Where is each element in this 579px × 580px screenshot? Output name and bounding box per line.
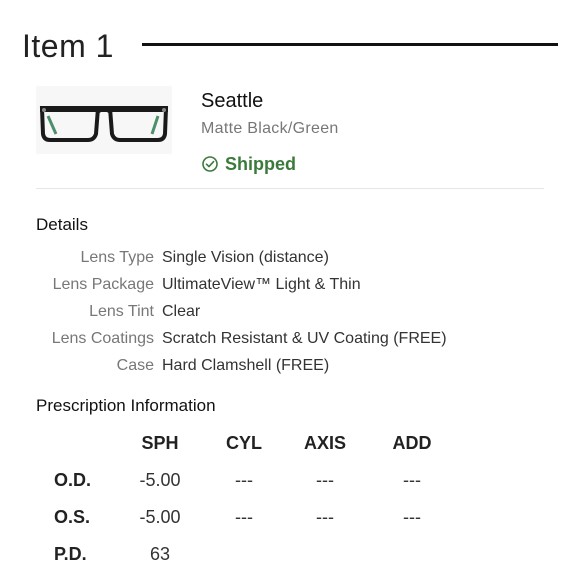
- status-text: Shipped: [225, 154, 296, 174]
- prescription-heading: Prescription Information: [36, 396, 216, 415]
- row-label: O.D.: [54, 470, 92, 490]
- detail-row: Lens Type Single Vision (distance): [36, 244, 447, 271]
- item-title-rule: [142, 43, 558, 46]
- detail-value: Hard Clamshell (FREE): [162, 357, 330, 374]
- detail-label: Lens Coatings: [51, 330, 154, 347]
- detail-row: Lens Package UltimateView™ Light & Thin: [36, 271, 447, 298]
- rx-value: ---: [235, 470, 253, 490]
- prescription-header-row: SPH CYL AXIS ADD: [36, 428, 476, 465]
- row-label: O.S.: [54, 507, 91, 527]
- rx-value: 63: [149, 544, 171, 564]
- rx-value: ---: [316, 507, 334, 527]
- detail-label: Lens Tint: [89, 303, 154, 320]
- rx-value: -5.00: [139, 470, 181, 490]
- prescription-row-od: O.D. -5.00 --- --- ---: [36, 465, 476, 502]
- detail-value: Clear: [162, 303, 201, 320]
- item-header: Item 1: [22, 26, 562, 66]
- detail-value: UltimateView™ Light & Thin: [162, 276, 361, 293]
- column-header: ADD: [392, 433, 432, 453]
- detail-row: Lens Coatings Scratch Resistant & UV Coa…: [36, 325, 447, 352]
- details-table: Lens Type Single Vision (distance) Lens …: [36, 244, 447, 379]
- detail-value: Scratch Resistant & UV Coating (FREE): [162, 330, 447, 347]
- eyeglasses-image: [39, 106, 169, 142]
- rx-value: ---: [316, 470, 334, 490]
- item-title: Item 1: [22, 28, 114, 64]
- prescription-row-os: O.S. -5.00 --- --- ---: [36, 502, 476, 539]
- product-color: Matte Black/Green: [201, 120, 339, 137]
- rx-value: ---: [235, 507, 253, 527]
- detail-row: Case Hard Clamshell (FREE): [36, 352, 447, 379]
- detail-label: Case: [116, 357, 154, 374]
- rx-value: ---: [403, 470, 421, 490]
- check-circle-icon: [202, 156, 218, 172]
- rx-value: ---: [403, 507, 421, 527]
- rx-value: -5.00: [139, 507, 181, 527]
- product-name: Seattle: [201, 90, 264, 112]
- status-badge: Shipped: [201, 152, 296, 176]
- column-header: AXIS: [303, 433, 346, 453]
- product-image: [36, 86, 172, 154]
- detail-row: Lens Tint Clear: [36, 298, 447, 325]
- detail-value: Single Vision (distance): [162, 249, 329, 266]
- prescription-table: SPH CYL AXIS ADD O.D. -5.00 --- --- --- …: [36, 428, 476, 576]
- column-header: SPH: [141, 433, 179, 453]
- column-header: CYL: [226, 433, 262, 453]
- detail-label: Lens Package: [52, 276, 154, 293]
- detail-label: Lens Type: [80, 249, 154, 266]
- row-label: P.D.: [54, 544, 87, 564]
- divider: [36, 188, 544, 189]
- prescription-row-pd: P.D. 63: [36, 539, 476, 576]
- details-heading: Details: [36, 215, 88, 234]
